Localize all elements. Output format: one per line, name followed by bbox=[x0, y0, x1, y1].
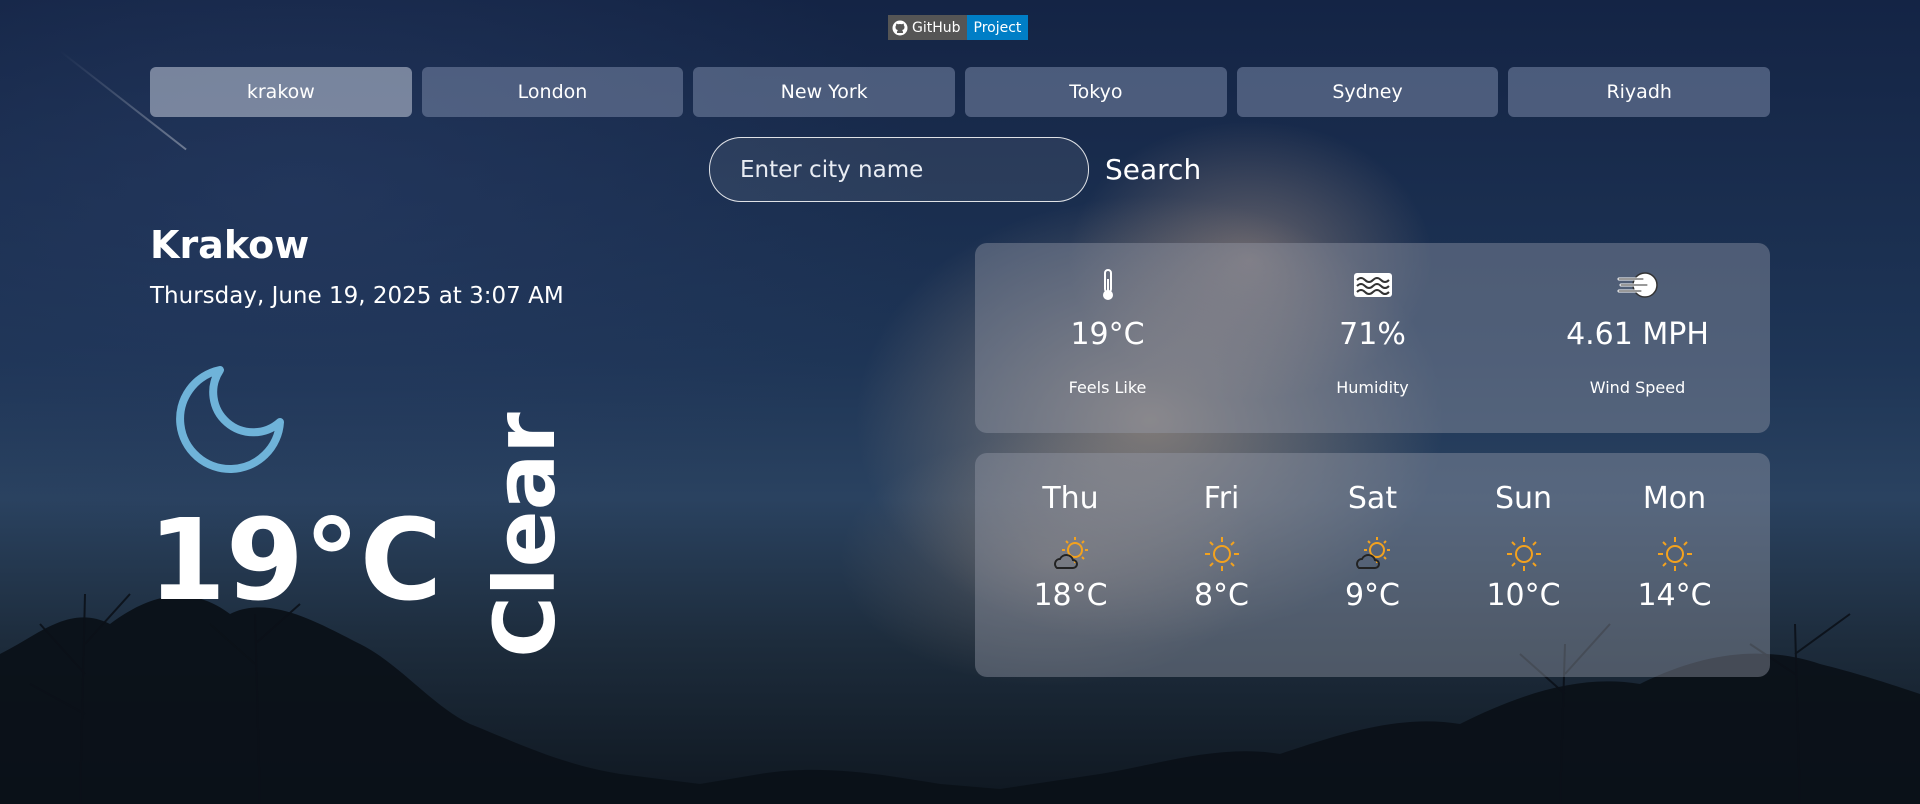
badge-right-label: Project bbox=[966, 15, 1029, 40]
forecast-day-name: Sun bbox=[1494, 481, 1553, 516]
forecast-day-name: Mon bbox=[1642, 481, 1707, 516]
forecast-card: Thu 18°C Fri 8°C Sat 9°C Sun 10°C Mon 14… bbox=[975, 453, 1770, 677]
forecast-temp: 10°C bbox=[1486, 578, 1561, 613]
city-tabs: krakow London New York Tokyo Sydney Riya… bbox=[150, 67, 1771, 117]
forecast-day: Sun 10°C bbox=[1448, 453, 1599, 677]
city-name: Krakow bbox=[150, 223, 310, 267]
humidity-waves-icon bbox=[1353, 273, 1392, 297]
github-icon bbox=[892, 20, 908, 35]
feels-like-value: 19°C bbox=[1070, 317, 1145, 352]
tab-london[interactable]: London bbox=[421, 67, 684, 117]
partly-cloudy-icon bbox=[1355, 537, 1390, 569]
forecast-day: Sat 9°C bbox=[1297, 453, 1448, 677]
sun-icon bbox=[1506, 537, 1541, 571]
forecast-day: Fri 8°C bbox=[1146, 453, 1297, 677]
moon-icon bbox=[176, 366, 284, 473]
thermometer-icon bbox=[1102, 269, 1113, 300]
current-temperature: 19°C bbox=[148, 496, 443, 626]
weather-stats-card: 19°C Feels Like 71% Humidity 4.61 MPH Wi… bbox=[975, 243, 1770, 433]
search-button[interactable]: Search bbox=[1105, 153, 1201, 186]
badge-left: GitHub bbox=[888, 15, 967, 40]
weather-condition-text: Clear bbox=[476, 412, 574, 658]
search-bar: Search bbox=[709, 137, 1201, 202]
forecast-day-name: Sat bbox=[1347, 481, 1398, 516]
forecast-day-name: Fri bbox=[1203, 481, 1240, 516]
forecast-temp: 14°C bbox=[1637, 578, 1712, 613]
tab-tokyo[interactable]: Tokyo bbox=[965, 67, 1227, 117]
partly-cloudy-icon bbox=[1053, 537, 1088, 569]
humidity-value: 71% bbox=[1339, 317, 1406, 352]
humidity-label: Humidity bbox=[1336, 378, 1409, 397]
wind-icon bbox=[1617, 272, 1658, 298]
tab-sydney[interactable]: Sydney bbox=[1236, 67, 1499, 117]
forecast-day: Thu 18°C bbox=[995, 453, 1146, 677]
stat-wind-speed: 4.61 MPH Wind Speed bbox=[1505, 243, 1770, 433]
stat-feels-like: 19°C Feels Like bbox=[975, 243, 1240, 433]
forecast-temp: 9°C bbox=[1344, 578, 1401, 613]
weather-condition: Clear bbox=[476, 412, 574, 658]
stat-humidity: 71% Humidity bbox=[1240, 243, 1505, 433]
badge-left-label: GitHub bbox=[912, 19, 961, 36]
tab-riyadh[interactable]: Riyadh bbox=[1508, 67, 1771, 117]
forecast-temp: 18°C bbox=[1033, 578, 1108, 613]
search-input[interactable] bbox=[709, 137, 1089, 202]
forecast-day: Mon 14°C bbox=[1599, 453, 1750, 677]
sun-icon bbox=[1657, 537, 1692, 571]
wind-speed-value: 4.61 MPH bbox=[1566, 317, 1709, 352]
sun-icon bbox=[1204, 537, 1239, 571]
feels-like-label: Feels Like bbox=[1068, 378, 1147, 397]
wind-speed-label: Wind Speed bbox=[1589, 378, 1686, 397]
tab-krakow[interactable]: krakow bbox=[150, 67, 412, 117]
current-date: Thursday, June 19, 2025 at 3:07 AM bbox=[150, 283, 564, 309]
forecast-temp: 8°C bbox=[1193, 578, 1250, 613]
tab-new-york[interactable]: New York bbox=[693, 67, 956, 117]
github-project-badge[interactable]: GitHub Project bbox=[888, 15, 1029, 40]
forecast-day-name: Thu bbox=[1042, 481, 1099, 516]
